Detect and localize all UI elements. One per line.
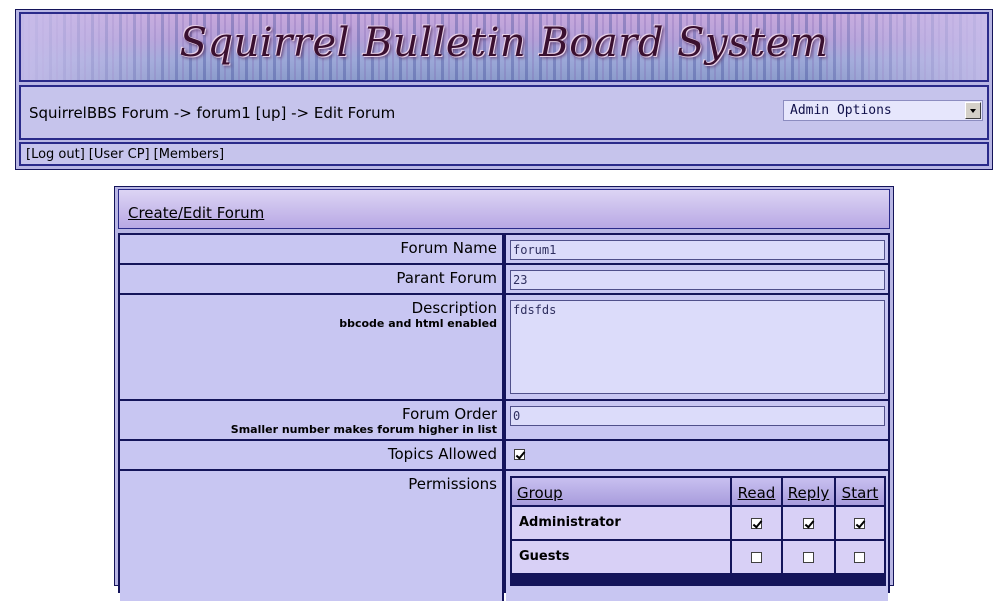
edit-forum-panel: Create/Edit Forum Forum Name forum1 Para… (114, 186, 894, 601)
admin-options-value: Admin Options (790, 103, 892, 118)
read-column-header[interactable]: Read (732, 478, 781, 505)
panel-header: Create/Edit Forum (118, 189, 890, 229)
forum-order-row: Forum Order Smaller number makes forum h… (120, 401, 888, 439)
parent-forum-label: Parant Forum (396, 269, 497, 287)
navigation-bar: SquirrelBBS Forum -> forum1 [up] -> Edit… (19, 85, 989, 140)
administrator-reply-checkbox[interactable] (803, 518, 814, 529)
group-column-header[interactable]: Group (512, 478, 730, 505)
forum-order-hint: Smaller number makes forum higher in lis… (230, 423, 497, 436)
guests-read-checkbox[interactable] (751, 552, 762, 563)
topics-allowed-row: Topics Allowed (120, 441, 888, 469)
guests-start-checkbox[interactable] (854, 552, 865, 563)
parent-forum-input[interactable]: 23 (510, 270, 885, 290)
permissions-row: Permissions Group Read Reply Start Admin… (120, 471, 888, 601)
site-header: Squirrel Bulletin Board System SquirrelB… (15, 9, 993, 170)
user-cp-link[interactable]: [User CP] (89, 147, 150, 162)
topics-allowed-checkbox[interactable] (514, 449, 525, 460)
user-bar: [Log out] [User CP] [Members] (19, 142, 989, 166)
group-name-guests: Guests (512, 541, 730, 573)
administrator-start-checkbox[interactable] (854, 518, 865, 529)
permissions-table: Group Read Reply Start Administrator Gue… (510, 476, 886, 586)
description-textarea[interactable]: fdsfds (510, 300, 885, 394)
members-link[interactable]: [Members] (154, 147, 224, 162)
forum-order-label: Forum Order (402, 405, 497, 423)
description-label: Description (411, 299, 497, 317)
forum-name-row: Forum Name forum1 (120, 235, 888, 263)
administrator-read-checkbox[interactable] (751, 518, 762, 529)
start-column-header[interactable]: Start (836, 478, 884, 505)
guests-reply-checkbox[interactable] (803, 552, 814, 563)
chevron-down-icon[interactable] (965, 102, 981, 119)
logout-link[interactable]: [Log out] (26, 147, 85, 162)
topics-allowed-label: Topics Allowed (387, 445, 497, 463)
permissions-label: Permissions (408, 475, 497, 493)
reply-column-header[interactable]: Reply (783, 478, 834, 505)
site-title: Squirrel Bulletin Board System (179, 20, 829, 66)
admin-options-select[interactable]: Admin Options (783, 100, 983, 121)
description-hint: bbcode and html enabled (339, 317, 497, 330)
forum-order-input[interactable]: 0 (510, 406, 885, 426)
panel-title[interactable]: Create/Edit Forum (128, 204, 264, 222)
breadcrumb[interactable]: SquirrelBBS Forum -> forum1 [up] -> Edit… (29, 104, 395, 122)
forum-name-label: Forum Name (400, 239, 497, 257)
banner: Squirrel Bulletin Board System (19, 12, 989, 82)
forum-form: Forum Name forum1 Parant Forum 23 Descri… (118, 233, 890, 601)
parent-forum-row: Parant Forum 23 (120, 265, 888, 293)
forum-name-input[interactable]: forum1 (510, 240, 885, 260)
group-name-administrator: Administrator (512, 507, 730, 539)
description-row: Description bbcode and html enabled fdsf… (120, 295, 888, 399)
